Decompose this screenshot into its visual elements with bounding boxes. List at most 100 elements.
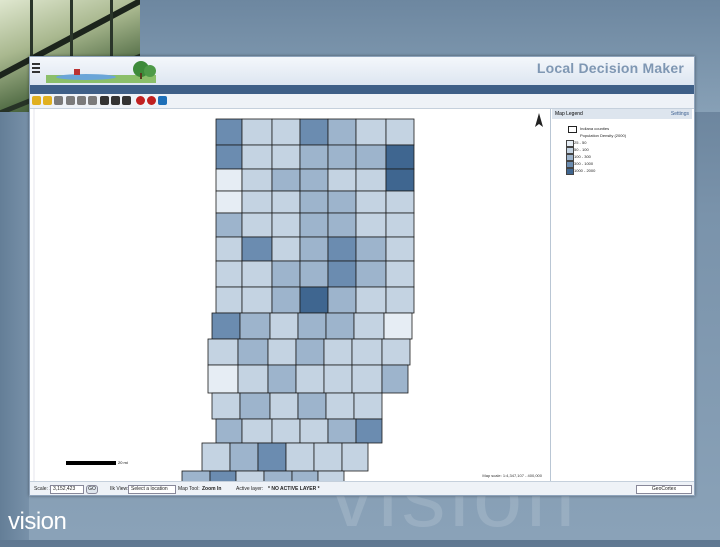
county-polygon[interactable] [299, 190, 329, 214]
county-polygon[interactable] [383, 312, 413, 340]
county-polygon[interactable] [351, 338, 383, 366]
county-polygon[interactable] [355, 118, 387, 146]
county-polygon[interactable] [211, 312, 241, 340]
county-polygon[interactable] [241, 260, 273, 288]
county-polygon[interactable] [317, 470, 345, 492]
county-polygon[interactable] [215, 286, 243, 314]
county-polygon[interactable] [211, 392, 241, 420]
county-polygon[interactable] [207, 338, 239, 366]
county-polygon[interactable] [257, 442, 287, 472]
county-polygon[interactable] [215, 190, 243, 214]
county-polygon[interactable] [353, 312, 385, 340]
county-polygon[interactable] [355, 144, 387, 170]
county-polygon[interactable] [299, 212, 329, 238]
county-polygon[interactable] [325, 312, 355, 340]
pan-icon[interactable] [66, 96, 75, 105]
legend-settings-link[interactable]: Settings [671, 109, 689, 119]
county-polygon[interactable] [241, 168, 273, 192]
county-polygon[interactable] [355, 286, 387, 314]
county-polygon[interactable] [241, 236, 273, 262]
select-icon[interactable] [147, 96, 156, 105]
county-polygon[interactable] [271, 418, 301, 444]
county-polygon[interactable] [325, 392, 355, 420]
county-polygon[interactable] [215, 260, 243, 288]
measure-icon[interactable] [88, 96, 97, 105]
county-polygon[interactable] [353, 392, 383, 420]
info-icon[interactable] [122, 96, 131, 105]
county-polygon[interactable] [285, 442, 315, 472]
county-polygon[interactable] [327, 260, 357, 288]
county-polygon[interactable] [263, 470, 293, 492]
county-polygon[interactable] [299, 118, 329, 146]
county-polygon[interactable] [327, 190, 357, 214]
county-polygon[interactable] [355, 212, 387, 238]
county-polygon[interactable] [291, 470, 319, 492]
map-panel[interactable] [32, 109, 551, 492]
forward-icon[interactable] [111, 96, 120, 105]
powered-by-badge[interactable]: GeoCortex [636, 485, 692, 494]
view-select[interactable]: Select a location [128, 485, 176, 494]
county-polygon[interactable] [241, 118, 273, 146]
county-polygon[interactable] [327, 236, 357, 262]
county-polygon[interactable] [241, 212, 273, 238]
county-polygon[interactable] [201, 442, 231, 472]
county-polygon[interactable] [299, 168, 329, 192]
go-button[interactable]: GO [86, 485, 98, 494]
county-polygon[interactable] [241, 286, 273, 314]
county-polygon[interactable] [327, 418, 357, 444]
county-polygon[interactable] [323, 364, 353, 394]
county-polygon[interactable] [237, 364, 269, 394]
county-polygon[interactable] [351, 364, 383, 394]
county-polygon[interactable] [237, 338, 269, 366]
county-polygon[interactable] [381, 338, 411, 366]
county-polygon[interactable] [181, 470, 211, 492]
county-polygon[interactable] [297, 392, 327, 420]
county-polygon[interactable] [385, 212, 415, 238]
county-polygon[interactable] [327, 286, 357, 314]
county-polygon[interactable] [355, 236, 387, 262]
county-polygon[interactable] [241, 190, 273, 214]
zoom-out-icon[interactable] [43, 96, 52, 105]
county-polygon[interactable] [215, 236, 243, 262]
county-polygon[interactable] [215, 144, 243, 170]
county-polygon[interactable] [215, 168, 243, 192]
county-polygon[interactable] [385, 190, 415, 214]
county-polygon[interactable] [215, 118, 243, 146]
county-polygon[interactable] [271, 168, 301, 192]
identify-icon[interactable] [77, 96, 86, 105]
county-polygon[interactable] [239, 392, 271, 420]
county-polygon[interactable] [385, 118, 415, 146]
back-icon[interactable] [100, 96, 109, 105]
print-icon[interactable] [158, 96, 167, 105]
county-polygon[interactable] [235, 470, 265, 492]
county-polygon[interactable] [299, 260, 329, 288]
county-polygon[interactable] [295, 338, 325, 366]
county-polygon[interactable] [271, 118, 301, 146]
county-polygon[interactable] [385, 236, 415, 262]
scale-input[interactable]: 3,152,423 [50, 485, 84, 494]
county-polygon[interactable] [271, 144, 301, 170]
county-polygon[interactable] [271, 286, 301, 314]
county-polygon[interactable] [355, 168, 387, 192]
county-polygon[interactable] [271, 260, 301, 288]
county-polygon[interactable] [385, 168, 415, 192]
indiana-county-map[interactable] [32, 109, 550, 492]
county-polygon[interactable] [299, 286, 329, 314]
county-polygon[interactable] [327, 144, 357, 170]
county-polygon[interactable] [295, 364, 325, 394]
county-polygon[interactable] [229, 442, 259, 472]
county-polygon[interactable] [299, 418, 329, 444]
county-polygon[interactable] [271, 236, 301, 262]
county-polygon[interactable] [355, 260, 387, 288]
county-polygon[interactable] [327, 212, 357, 238]
county-polygon[interactable] [327, 118, 357, 146]
clear-icon[interactable] [136, 96, 145, 105]
county-polygon[interactable] [215, 418, 243, 444]
county-polygon[interactable] [355, 190, 387, 214]
county-polygon[interactable] [323, 338, 353, 366]
county-polygon[interactable] [271, 212, 301, 238]
legend-layer-row[interactable]: Indiana counties [552, 125, 692, 133]
zoom-in-icon[interactable] [32, 96, 41, 105]
county-polygon[interactable] [297, 312, 327, 340]
county-polygon[interactable] [299, 236, 329, 262]
